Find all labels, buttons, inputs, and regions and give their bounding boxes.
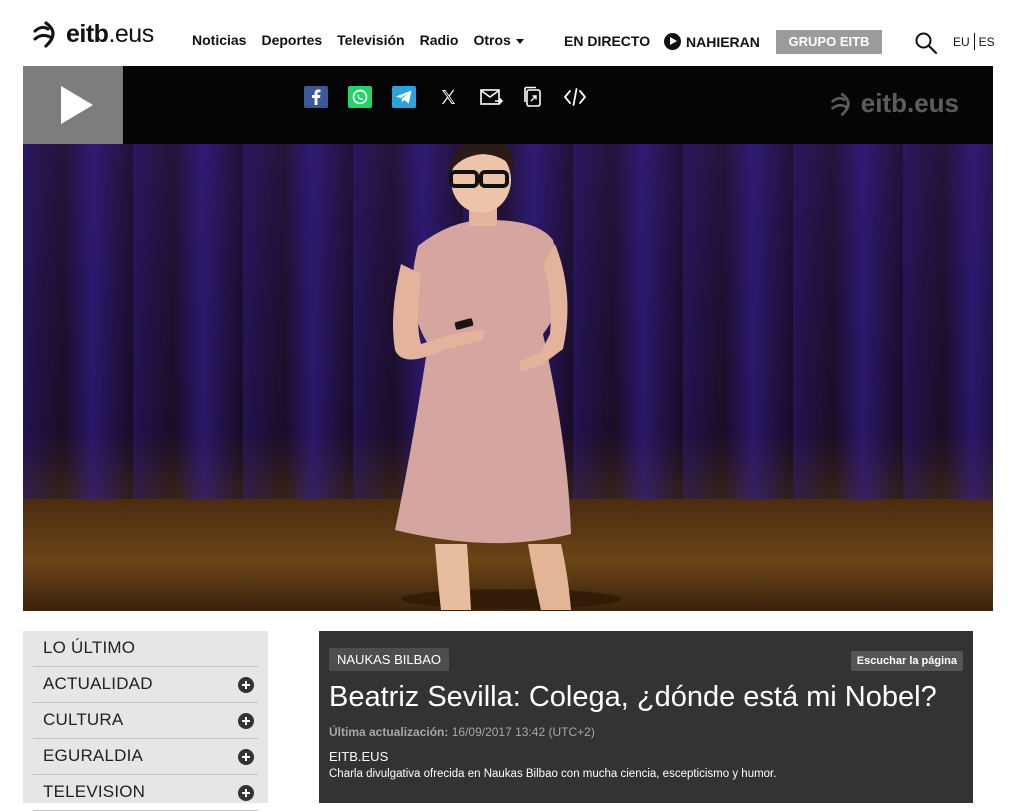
nahieran-link[interactable]: NAHIERAN <box>664 33 760 50</box>
nav-item-television[interactable]: Televisión <box>337 32 404 48</box>
chevron-down-icon <box>515 38 524 44</box>
sidebar-menu: LO ÚLTIMO ACTUALIDAD CULTURA EGURALDIA T… <box>23 631 268 811</box>
lang-divider <box>973 33 975 50</box>
sidebar-item-cultura[interactable]: CULTURA <box>33 703 258 739</box>
search-icon[interactable] <box>914 31 938 55</box>
speaker-figure <box>393 144 621 610</box>
eitb-logo-mark-icon <box>33 21 55 48</box>
sidebar-item-label: ACTUALIDAD <box>43 674 153 693</box>
last-updated-value: 16/09/2017 13:42 (UTC+2) <box>451 725 595 739</box>
copy-link-icon[interactable] <box>521 86 545 108</box>
nav-item-noticias[interactable]: Noticias <box>192 32 246 48</box>
listen-page-button[interactable]: Escuchar la página <box>850 651 963 671</box>
article-title: Beatriz Sevilla: Colega, ¿dónde está mi … <box>329 681 937 713</box>
article-header: NAUKAS BILBAO Escuchar la página Beatriz… <box>319 631 973 803</box>
logo-text: eitb <box>66 19 109 48</box>
sidebar-item-label: LO ÚLTIMO <box>43 638 136 657</box>
expand-plus-icon[interactable] <box>238 749 254 765</box>
video-frame[interactable] <box>23 144 993 611</box>
nav-item-deportes[interactable]: Deportes <box>261 32 322 48</box>
mail-icon[interactable] <box>479 86 503 108</box>
lang-es-link[interactable]: ES <box>979 35 995 52</box>
sidebar-item-label: EGURALDIA <box>43 746 144 765</box>
sidebar-item-actualidad[interactable]: ACTUALIDAD <box>33 667 258 703</box>
last-updated: Última actualización: 16/09/2017 13:42 (… <box>329 725 595 739</box>
eitb-logo[interactable]: eitb.eus <box>32 17 154 51</box>
lang-eu-link[interactable]: EU <box>953 35 970 52</box>
play-circle-icon <box>664 33 681 50</box>
embed-icon[interactable] <box>563 86 587 108</box>
x-icon[interactable] <box>436 86 460 108</box>
grupo-eitb-button[interactable]: GRUPO EITB <box>776 30 882 54</box>
article-description: Charla divulgativa ofrecida en Naukas Bi… <box>329 768 777 780</box>
site-header: eitb.eus Noticias Deportes Televisión Ra… <box>0 0 1012 66</box>
facebook-icon[interactable] <box>304 86 328 108</box>
sidebar-item-label: CULTURA <box>43 710 124 729</box>
whatsapp-icon[interactable] <box>348 86 372 108</box>
watermark-suffix: .eus <box>906 88 959 118</box>
sidebar-item-television[interactable]: TELEVISION <box>33 775 258 811</box>
logo-suffix: .eus <box>108 19 154 48</box>
eitb-watermark-mark-icon <box>831 92 850 116</box>
video-player[interactable]: eitb .eus <box>23 66 993 611</box>
section-tag[interactable]: NAUKAS BILBAO <box>329 648 450 671</box>
nahieran-label: NAHIERAN <box>686 33 760 50</box>
play-button[interactable] <box>23 66 123 144</box>
nav-item-radio[interactable]: Radio <box>420 32 459 48</box>
telegram-icon[interactable] <box>392 86 416 108</box>
expand-plus-icon[interactable] <box>238 785 254 801</box>
eitb-watermark: eitb .eus <box>830 88 959 119</box>
main-nav: Noticias Deportes Televisión Radio Otros <box>192 32 524 48</box>
sidebar-item-eguraldia[interactable]: EGURALDIA <box>33 739 258 775</box>
language-switcher: EU ES <box>953 33 995 52</box>
article-source: EITB.EUS <box>329 749 389 764</box>
last-updated-label: Última actualización: <box>329 725 449 739</box>
sidebar-item-label: TELEVISION <box>43 782 146 801</box>
sidebar-item-lo-ultimo[interactable]: LO ÚLTIMO <box>33 631 258 667</box>
expand-plus-icon[interactable] <box>238 713 254 729</box>
nav-item-otros[interactable]: Otros <box>473 32 524 48</box>
live-link[interactable]: EN DIRECTO <box>564 33 650 49</box>
watermark-brand: eitb <box>860 88 907 118</box>
expand-plus-icon[interactable] <box>238 677 254 693</box>
nav-item-otros-label: Otros <box>473 32 511 48</box>
